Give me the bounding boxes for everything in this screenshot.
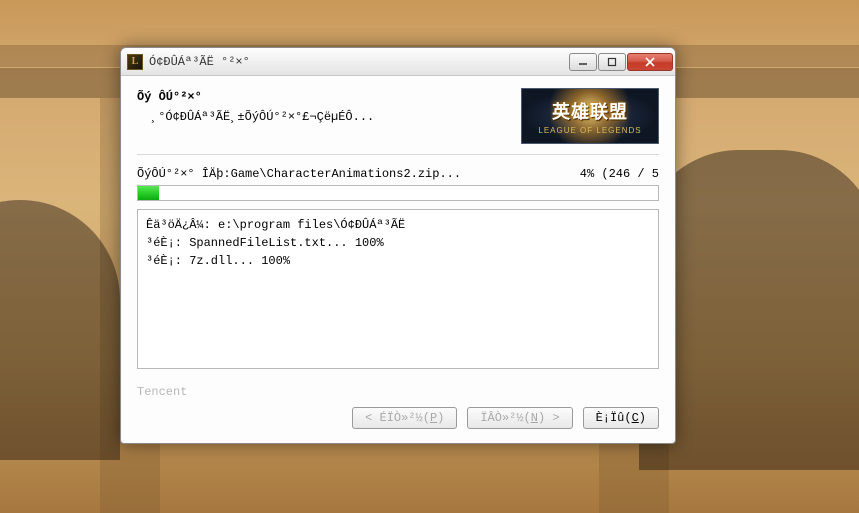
close-button[interactable]: [627, 53, 673, 71]
page-title: Õý ÔÚ°²×°: [137, 90, 511, 104]
footer-brand: Tencent: [137, 385, 659, 399]
maximize-button[interactable]: [598, 53, 626, 71]
window-title: Ó¢ÐÛÁª³ÃË °²×°: [149, 55, 569, 69]
installer-window: L Ó¢ÐÛÁª³ÃË °²×° Õý ÔÚ°²×° ¸°Ó¢ÐÛÁª³ÃË¸±…: [120, 47, 676, 444]
window-controls: [569, 53, 673, 71]
cancel-button[interactable]: È¡Ïû(C): [583, 407, 659, 429]
app-icon: L: [127, 54, 143, 70]
progress-status: ÕýÔÚ°²×° ÎÄþ:Game\CharacterAnimations2.z…: [137, 167, 659, 181]
progress-fill: [138, 186, 159, 200]
status-path: Game\CharacterAnimations2.zip...: [231, 167, 461, 181]
status-prefix: ÕýÔÚ°²×° ÎÄþ:: [137, 167, 231, 181]
minimize-button[interactable]: [569, 53, 597, 71]
prev-button[interactable]: < ÉÏÒ»²½(P): [352, 407, 457, 429]
install-log: Êä³öÄ¿Â¼: e:\program files\Ó¢ÐÛÁª³ÃË ³éÈ…: [137, 209, 659, 369]
titlebar[interactable]: L Ó¢ÐÛÁª³ÃË °²×°: [121, 48, 675, 76]
product-logo: 英雄联盟 LEAGUE OF LEGENDS: [521, 88, 659, 144]
page-subtitle: ¸°Ó¢ÐÛÁª³ÃË¸±ÕýÔÚ°²×°£¬ÇëµÉÔ...: [151, 110, 511, 124]
next-button[interactable]: ÏÂÒ»²½(N) >: [467, 407, 572, 429]
logo-text-en: LEAGUE OF LEGENDS: [538, 126, 641, 135]
progress-percent-label: 4% (246 / 5: [570, 167, 659, 181]
wizard-buttons: < ÉÏÒ»²½(P) ÏÂÒ»²½(N) > È¡Ïû(C): [137, 407, 659, 429]
divider: [137, 154, 659, 155]
logo-text-cn: 英雄联盟: [552, 98, 628, 124]
progress-bar: [137, 185, 659, 201]
client-area: Õý ÔÚ°²×° ¸°Ó¢ÐÛÁª³ÃË¸±ÕýÔÚ°²×°£¬ÇëµÉÔ..…: [121, 76, 675, 443]
